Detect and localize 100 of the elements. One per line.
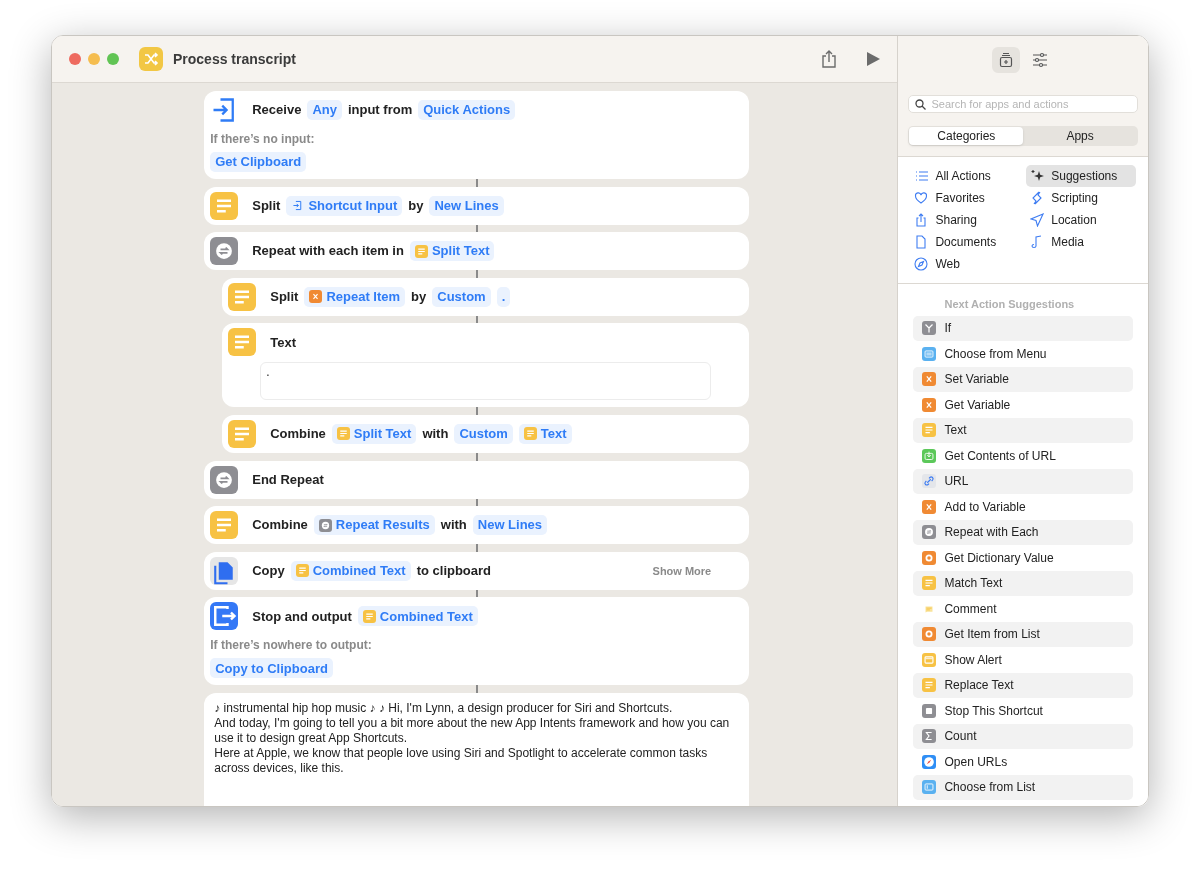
text-icon: [210, 191, 239, 220]
action-label: by: [411, 288, 427, 307]
download-icon: [922, 448, 937, 463]
play-icon[interactable]: [867, 52, 881, 66]
action-list-item[interactable]: Count: [913, 723, 1133, 749]
section-header: Next Action Suggestions: [943, 297, 1076, 312]
action-list-item[interactable]: Text: [913, 417, 1133, 443]
action-label: input from: [347, 101, 413, 120]
repeat-icon: [318, 518, 332, 532]
category-item[interactable]: Documents: [910, 231, 1021, 253]
segment-tab[interactable]: Apps: [1023, 127, 1137, 145]
action-list-item[interactable]: Get Variable: [913, 392, 1133, 418]
share-icon: [914, 213, 929, 227]
stop-icon: [922, 703, 937, 718]
action-label: Receive: [252, 101, 302, 120]
action-label: Combine: [252, 516, 308, 535]
repeat-icon: [210, 465, 239, 494]
category-item[interactable]: Media: [1026, 231, 1136, 253]
action-list-item[interactable]: Get Item from List: [913, 621, 1133, 647]
action-list-item[interactable]: Choose from Menu: [913, 341, 1133, 367]
close-window-button[interactable]: [69, 53, 81, 65]
variable-icon: [922, 397, 937, 412]
category-item[interactable]: Location: [1026, 209, 1136, 231]
action-list-item[interactable]: Get Dictionary Value: [913, 545, 1133, 571]
text-icon: [362, 609, 376, 623]
sliders-icon: [1031, 50, 1050, 69]
parameter-token[interactable]: Any: [307, 100, 342, 120]
action-list-item[interactable]: Stop This Shortcut: [913, 698, 1133, 724]
parameter-token[interactable]: Split Text: [331, 423, 417, 444]
parameter-token[interactable]: .: [496, 286, 511, 307]
category-item[interactable]: Sharing: [910, 209, 1021, 231]
action-list-item[interactable]: Add to Variable: [913, 494, 1133, 520]
action-list-item[interactable]: Show Alert: [913, 647, 1133, 673]
transcript-paragraph: Here at Apple, we know that people love using Siri and Spotlight to accelerate common tasks across devices, like this.: [214, 745, 709, 776]
parameter-token[interactable]: Custom: [454, 423, 513, 444]
parameter-token[interactable]: Repeat Item: [304, 286, 406, 307]
action-list-item[interactable]: Open URLs: [913, 749, 1133, 775]
fallback-label: If there’s nowhere to output:: [210, 637, 373, 655]
show-more-button[interactable]: Show More: [652, 562, 712, 579]
action-label: Split: [252, 196, 281, 215]
action-label: Combine: [270, 425, 326, 444]
input-icon: [291, 199, 305, 213]
action-label: Repeat with each item in: [252, 242, 404, 261]
fallback-label: If there’s no input:: [210, 131, 316, 148]
variable-icon: [309, 290, 323, 304]
text-icon: [336, 427, 350, 441]
parameter-token[interactable]: Combined Text: [357, 606, 478, 627]
action-list-item[interactable]: Match Text: [913, 570, 1133, 596]
category-item[interactable]: Favorites: [910, 187, 1021, 209]
exit-icon: [210, 602, 239, 631]
share-icon[interactable]: [821, 50, 838, 68]
segment-tab[interactable]: Categories: [909, 127, 1024, 145]
parameter-token[interactable]: Combined Text: [290, 560, 411, 581]
repeat-icon: [922, 525, 937, 540]
text-icon: [228, 419, 257, 448]
action-label: End Repeat: [252, 470, 324, 489]
window-title: Process transcript: [173, 49, 296, 69]
text-icon: [414, 244, 428, 258]
transcript-paragraph: ♪ instrumental hip hop music ♪ ♪ Hi, I'm Lynn, a design producer for Siri and Shortcuts.: [214, 700, 674, 716]
text-icon: [228, 328, 257, 357]
text-field[interactable]: .: [260, 362, 712, 401]
category-item[interactable]: All Actions: [910, 165, 1021, 187]
text-icon: [922, 678, 937, 693]
list-icon: [922, 780, 937, 795]
menu-icon: [922, 346, 937, 361]
text-icon: [922, 423, 937, 438]
action-list-item[interactable]: Comment: [913, 596, 1133, 622]
toolbar-button[interactable]: [992, 46, 1021, 73]
search-icon: [915, 98, 927, 110]
action-label: with: [440, 516, 467, 535]
action-list-item[interactable]: Replace Text: [913, 672, 1133, 698]
link-icon: [922, 474, 937, 489]
text-icon: [210, 511, 239, 540]
action-label: Text: [270, 333, 296, 352]
action-label: with: [422, 425, 449, 444]
action-list-item[interactable]: Repeat with Each: [913, 519, 1133, 545]
action-label: Split: [270, 288, 299, 307]
category-item[interactable]: Suggestions: [1026, 165, 1136, 187]
parameter-token[interactable]: Quick Actions: [418, 100, 516, 120]
action-list-item[interactable]: Choose from List: [913, 774, 1133, 800]
action-list-item[interactable]: Get Contents of URL: [913, 443, 1133, 469]
variable-icon: [922, 372, 937, 387]
text-icon: [228, 282, 257, 311]
location-icon: [1030, 213, 1045, 227]
category-item[interactable]: Web: [910, 253, 1021, 275]
compass-icon: [922, 754, 937, 769]
action-list-item[interactable]: If: [913, 315, 1133, 341]
documents-icon: [210, 556, 239, 585]
action-list-item[interactable]: URL: [913, 468, 1133, 494]
action-list-item[interactable]: Set Variable: [913, 366, 1133, 392]
variable-icon: [922, 499, 937, 514]
heart-icon: [914, 191, 929, 205]
search-field[interactable]: Search for apps and actions: [908, 95, 1138, 113]
text-icon: [295, 564, 309, 578]
sigma-icon: [922, 729, 937, 744]
action-label: Stop and output: [252, 607, 352, 626]
text-icon: [922, 576, 937, 591]
action-label: by: [408, 196, 424, 215]
document-icon: [914, 235, 929, 249]
category-item[interactable]: Scripting: [1026, 187, 1136, 209]
